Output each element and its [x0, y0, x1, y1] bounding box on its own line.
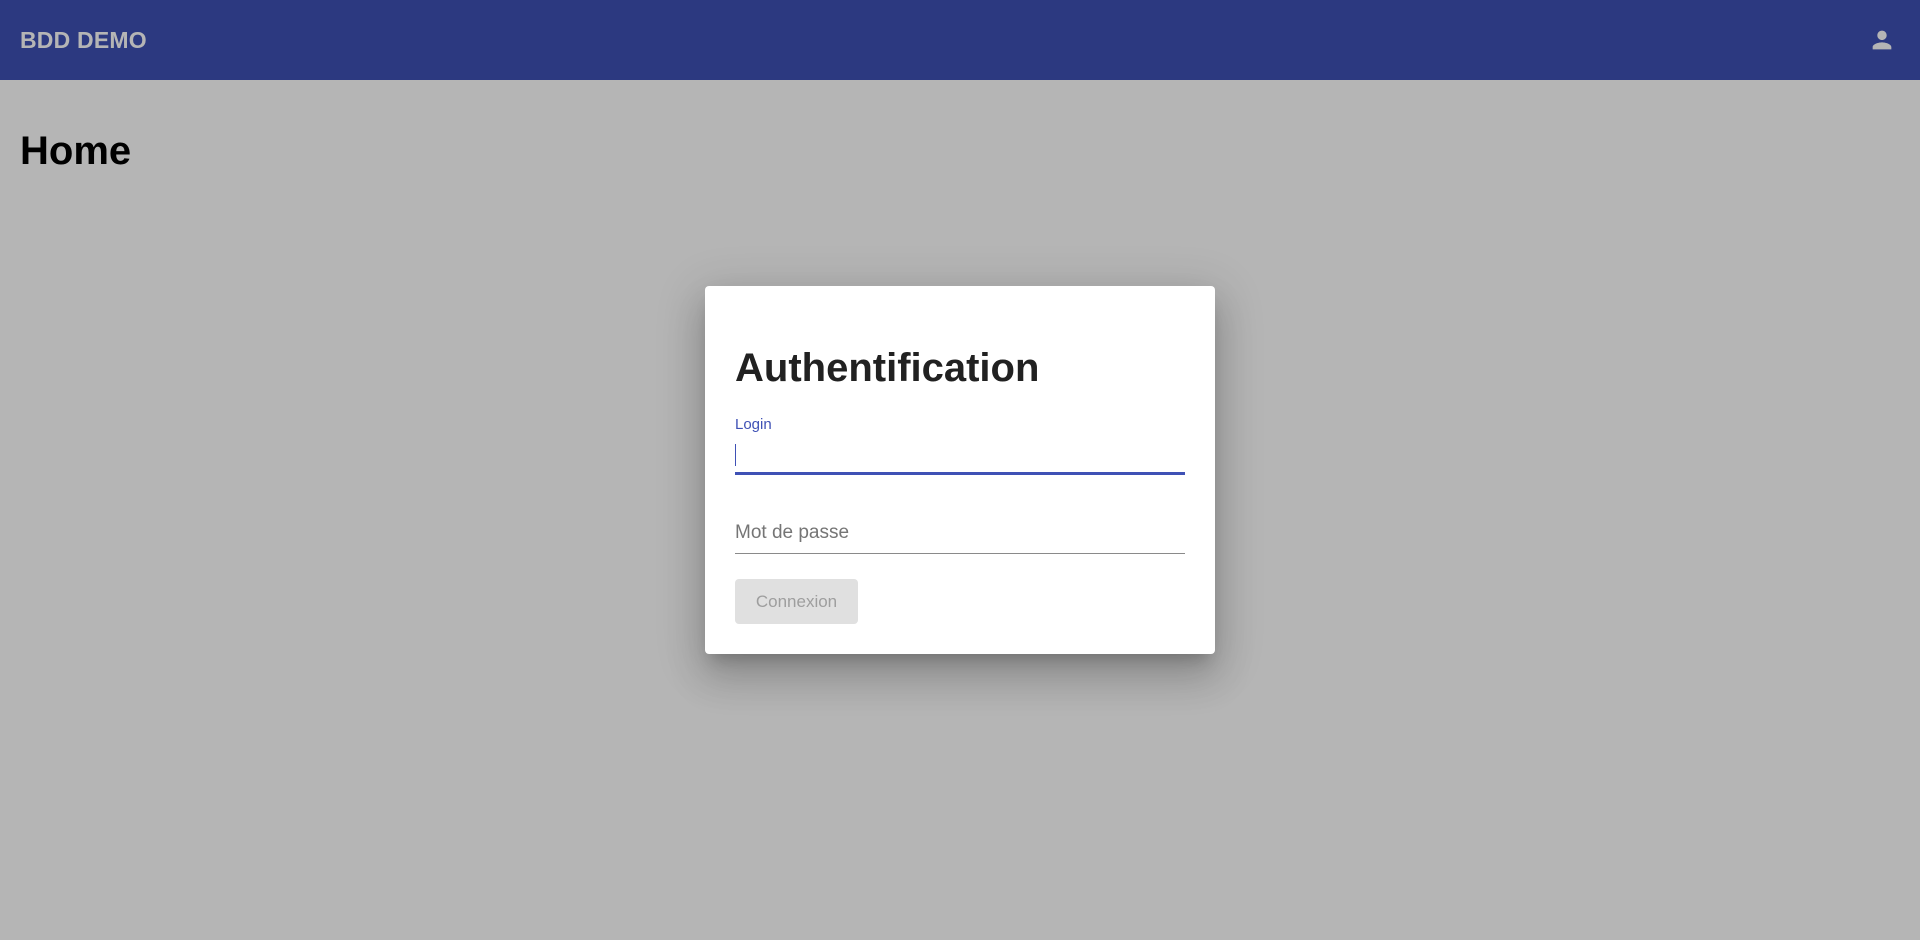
- password-input[interactable]: [735, 518, 1185, 548]
- password-underline: [735, 553, 1185, 554]
- login-underline: [735, 472, 1185, 475]
- login-input[interactable]: [735, 442, 1185, 472]
- login-field[interactable]: Login: [735, 412, 1185, 476]
- login-label: Login: [735, 416, 772, 433]
- text-caret: [735, 444, 736, 466]
- connexion-button[interactable]: Connexion: [735, 579, 858, 624]
- password-field[interactable]: Mot de passe: [735, 512, 1185, 554]
- dialog-title: Authentification: [735, 346, 1040, 390]
